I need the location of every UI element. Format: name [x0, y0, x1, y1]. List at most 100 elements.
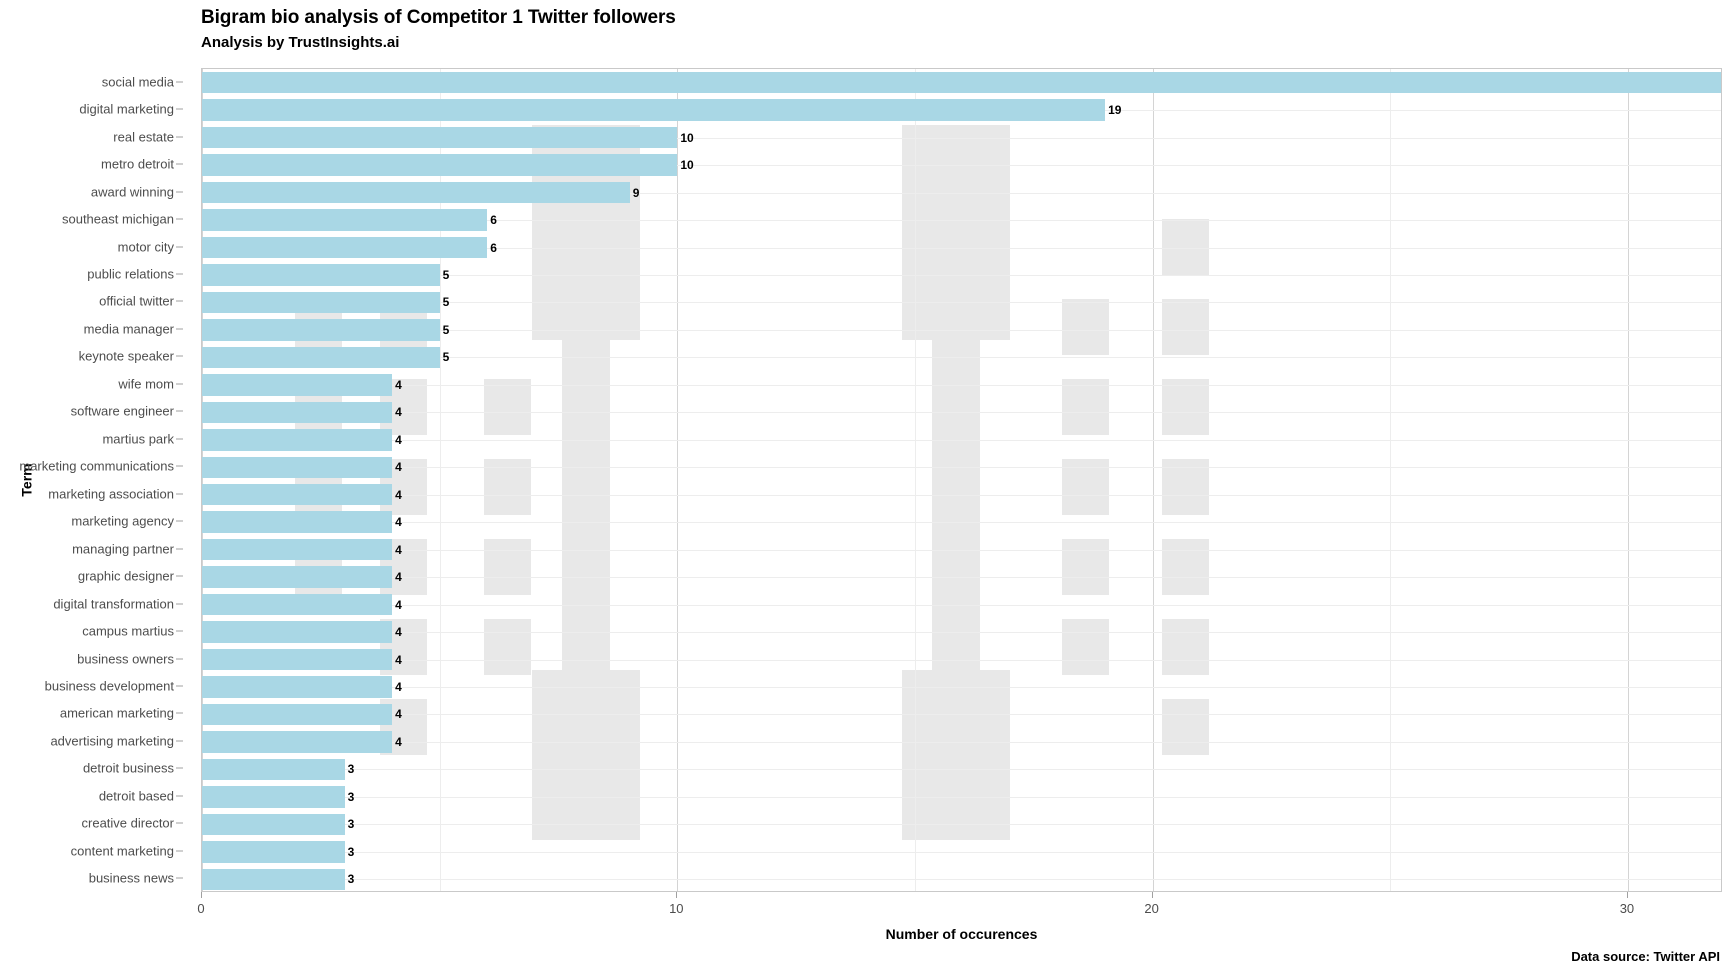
bar[interactable]	[202, 868, 345, 890]
y-tick-label: real estate	[113, 129, 174, 145]
bar[interactable]	[202, 813, 345, 836]
bar-row[interactable]: 9	[202, 181, 1721, 204]
bar[interactable]	[202, 456, 393, 478]
bar-row[interactable]: 4	[202, 731, 1721, 753]
page-title: Bigram bio analysis of Competitor 1 Twit…	[201, 7, 676, 28]
y-tick-mark	[176, 520, 183, 522]
bar-value-label: 4	[395, 515, 402, 530]
bar-row[interactable]: 4	[202, 676, 1721, 698]
y-tick-mark	[176, 81, 183, 83]
bar-row[interactable]: 6	[202, 209, 1721, 231]
bar[interactable]	[202, 566, 393, 588]
bars-layer: 32 19 10 10 9 6 6 5 5 5 5 4 4 4 4 4 4 4 4 4 4 4 4 4 4 3 3 3 3 3	[202, 69, 1721, 891]
y-tick-mark	[176, 740, 183, 742]
bar-row[interactable]: 10	[202, 126, 1721, 149]
bar[interactable]	[202, 346, 440, 369]
bar-value-label: 4	[395, 405, 402, 420]
y-tick-label: creative director	[81, 815, 174, 831]
bar-row[interactable]: 5	[202, 291, 1721, 314]
bar-row[interactable]: 4	[202, 511, 1721, 533]
bar-row[interactable]: 4	[202, 648, 1721, 671]
y-tick-mark	[176, 822, 183, 824]
bar-value-label: 4	[395, 734, 402, 749]
bar-value-label: 9	[632, 185, 640, 200]
bar-value-label: 3	[347, 817, 355, 832]
bar-value-label: 4	[395, 625, 402, 640]
bar[interactable]	[202, 648, 393, 671]
bar[interactable]	[202, 209, 488, 231]
bar-row[interactable]: 3	[202, 758, 1721, 781]
bar-row[interactable]: 4	[202, 429, 1721, 451]
bar-value-label: 4	[395, 460, 402, 475]
bar-value-label: 4	[395, 432, 402, 447]
bar-row[interactable]: 32	[202, 72, 1721, 94]
bar[interactable]	[202, 703, 393, 726]
bar-row[interactable]: 4	[202, 593, 1721, 616]
y-tick-label: award winning	[90, 184, 174, 200]
bar-row[interactable]: 19	[202, 99, 1721, 121]
bar[interactable]	[202, 154, 678, 176]
bar-row[interactable]: 3	[202, 813, 1721, 836]
bar[interactable]	[202, 841, 345, 863]
bar[interactable]	[202, 72, 1721, 94]
bar[interactable]	[202, 126, 678, 149]
bar[interactable]	[202, 319, 440, 341]
bar[interactable]	[202, 511, 393, 533]
y-tick-label: business news	[88, 870, 174, 886]
bar-row[interactable]: 3	[202, 841, 1721, 863]
y-tick-mark	[176, 877, 183, 879]
bar[interactable]	[202, 621, 393, 643]
x-tick-mark	[201, 892, 202, 898]
bar[interactable]	[202, 593, 393, 616]
y-tick-label: southeast michigan	[61, 211, 174, 227]
bar-value-label: 10	[680, 158, 694, 173]
bar[interactable]	[202, 99, 1106, 121]
bar-row[interactable]: 5	[202, 346, 1721, 369]
y-tick-mark	[176, 163, 183, 165]
bar-value-label: 6	[490, 240, 497, 255]
y-tick-mark	[176, 328, 183, 330]
bar[interactable]	[202, 291, 440, 314]
y-tick-mark	[176, 850, 183, 852]
bar[interactable]	[202, 429, 393, 451]
bar-row[interactable]: 5	[202, 319, 1721, 341]
y-tick-label: graphic designer	[77, 568, 174, 584]
x-tick-label: 10	[669, 901, 684, 916]
bar[interactable]	[202, 676, 393, 698]
bar-row[interactable]: 4	[202, 703, 1721, 726]
bar-row[interactable]: 10	[202, 154, 1721, 176]
bar[interactable]	[202, 484, 393, 506]
bar[interactable]	[202, 731, 393, 753]
bar-value-label: 4	[395, 597, 402, 612]
bar[interactable]	[202, 374, 393, 396]
bar[interactable]	[202, 758, 345, 781]
bar[interactable]	[202, 538, 393, 561]
bar-row[interactable]: 4	[202, 456, 1721, 478]
y-tick-label: content marketing	[70, 843, 174, 859]
bar-row[interactable]: 5	[202, 264, 1721, 286]
bar[interactable]	[202, 401, 393, 424]
bar-value-label: 3	[347, 789, 355, 804]
bar-row[interactable]: 4	[202, 484, 1721, 506]
bar-row[interactable]: 4	[202, 538, 1721, 561]
bar-row[interactable]: 4	[202, 374, 1721, 396]
bar-row[interactable]: 4	[202, 566, 1721, 588]
bar[interactable]	[202, 786, 345, 808]
y-tick-label: business development	[44, 678, 174, 694]
bar-value-label: 5	[442, 322, 450, 337]
bar[interactable]	[202, 181, 630, 204]
bar[interactable]	[202, 236, 488, 259]
x-tick-label: 0	[197, 901, 205, 916]
y-tick-label: social media	[101, 74, 174, 90]
y-tick-label: campus martius	[82, 623, 174, 639]
y-tick-mark	[176, 246, 183, 248]
bar-row[interactable]: 4	[202, 401, 1721, 424]
y-tick-mark	[176, 108, 183, 110]
bar-value-label: 4	[395, 679, 402, 694]
bar-row[interactable]: 6	[202, 236, 1721, 259]
bar[interactable]	[202, 264, 440, 286]
bar-row[interactable]: 4	[202, 621, 1721, 643]
bar-row[interactable]: 3	[202, 786, 1721, 808]
bar-value-label: 3	[347, 844, 355, 859]
bar-row[interactable]: 3	[202, 868, 1721, 890]
